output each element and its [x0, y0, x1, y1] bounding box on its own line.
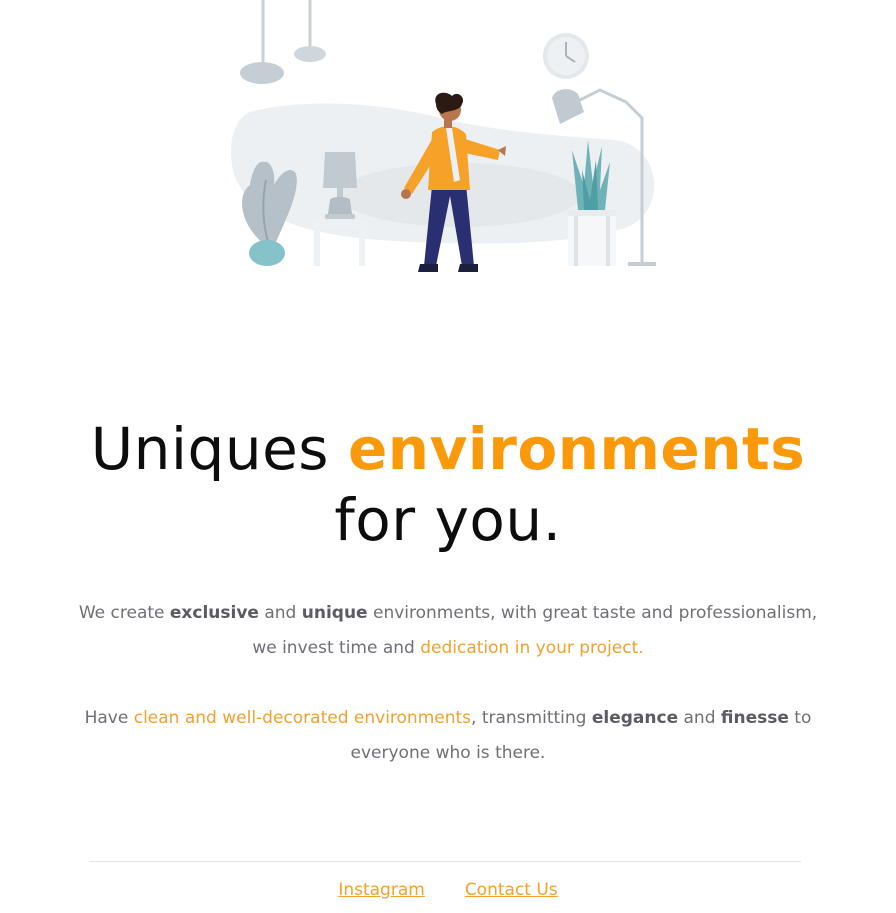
- footer-divider: [89, 861, 801, 862]
- page-headline: Uniques environments for you.: [0, 414, 896, 556]
- secondary-paragraph: Have clean and well-decorated environmen…: [70, 701, 826, 771]
- intro-text: and: [258, 603, 302, 623]
- secondary-text: , transmitting: [471, 708, 592, 728]
- headline-text-line2: for you.: [334, 486, 562, 554]
- intro-highlight: dedication in your project.: [420, 638, 644, 658]
- secondary-bold-finesse: finesse: [720, 708, 789, 728]
- contact-us-link[interactable]: Contact Us: [465, 876, 558, 904]
- intro-paragraph: We create exclusive and unique environme…: [70, 596, 826, 666]
- secondary-text: Have: [84, 708, 134, 728]
- headline-text: Uniques: [90, 415, 348, 483]
- secondary-highlight: clean and well-decorated environments: [133, 708, 472, 728]
- pendant-lamp-icon: [240, 0, 326, 84]
- instagram-link[interactable]: Instagram: [338, 876, 425, 904]
- intro-bold-exclusive: exclusive: [169, 603, 259, 623]
- intro-text: We create: [78, 603, 170, 623]
- intro-bold-unique: unique: [301, 603, 368, 623]
- secondary-bold-elegance: elegance: [591, 708, 679, 728]
- secondary-text: and: [678, 708, 721, 728]
- wall-clock-icon: [543, 33, 589, 79]
- headline-accent: environments: [347, 415, 806, 483]
- hero-illustration: [230, 0, 656, 272]
- footer-nav: Instagram Contact Us: [0, 876, 896, 904]
